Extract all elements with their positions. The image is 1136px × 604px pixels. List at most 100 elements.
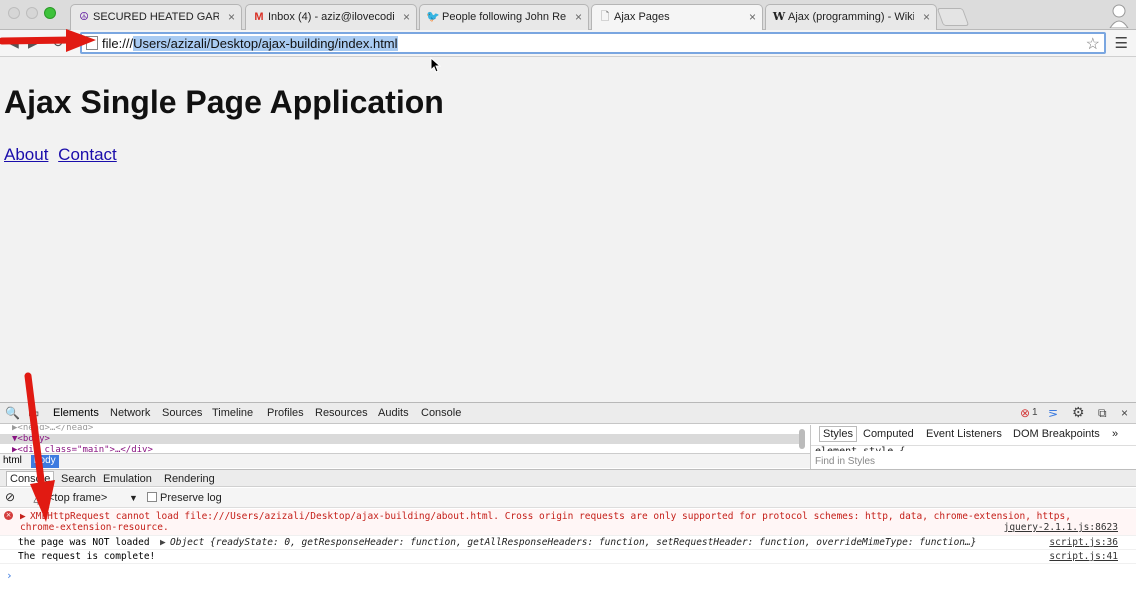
zoom-window-icon[interactable] — [44, 7, 56, 19]
error-count-icon[interactable]: ⊗ — [1020, 406, 1030, 420]
expand-object-icon[interactable]: ▶ — [160, 537, 166, 548]
preserve-log-checkbox[interactable]: Preserve log — [147, 492, 222, 504]
drawer-tab-rendering[interactable]: Rendering — [164, 473, 215, 485]
expand-icon[interactable]: ▶ — [20, 511, 26, 522]
close-tab-icon[interactable]: × — [749, 10, 756, 24]
preserve-log-label: Preserve log — [160, 492, 222, 504]
page-icon: 🗋 — [600, 11, 610, 23]
error-icon: × — [4, 511, 13, 520]
devtools-panel: 🔍 ▭ Elements Network Sources Timeline Pr… — [0, 402, 1136, 604]
device-mode-icon[interactable]: ▭ — [28, 406, 39, 420]
breadcrumb-body[interactable]: body — [31, 455, 59, 468]
drawer-tab-search[interactable]: Search — [61, 473, 96, 485]
chevron-down-icon[interactable]: ▼ — [129, 493, 138, 503]
find-in-styles-input[interactable]: Find in Styles — [815, 456, 875, 467]
devtools-tab-bar: 🔍 ▭ Elements Network Sources Timeline Pr… — [0, 403, 1136, 424]
dom-node-body[interactable]: ▼<body> — [12, 434, 50, 444]
source-link[interactable]: script.js:41 — [1049, 551, 1118, 562]
tab-sources[interactable]: Sources — [162, 407, 202, 419]
mouse-cursor-icon — [430, 57, 442, 73]
tab-network[interactable]: Network — [110, 407, 150, 419]
breadcrumb-html[interactable]: html — [0, 455, 25, 468]
tab-timeline[interactable]: Timeline — [212, 407, 253, 419]
tab-title: People following John Resig — [442, 11, 566, 23]
browser-tab[interactable]: W Ajax (programming) - Wikipedia × — [765, 4, 937, 30]
url-text[interactable]: file:///Users/azizali/Desktop/ajax-build… — [102, 35, 398, 52]
browser-tab[interactable]: M Inbox (4) - aziz@ilovecoding × — [245, 4, 417, 30]
menu-icon[interactable]: ☰ — [1115, 34, 1128, 52]
close-tab-icon[interactable]: × — [575, 10, 582, 24]
tab-profiles[interactable]: Profiles — [267, 407, 304, 419]
tab-console[interactable]: Console — [421, 407, 461, 419]
filter-icon[interactable]: ⏃ — [32, 490, 44, 507]
new-tab-button[interactable] — [936, 8, 970, 26]
tab-elements[interactable]: Elements — [53, 407, 99, 419]
nav-links: About Contact — [4, 145, 122, 165]
frame-select[interactable]: <top frame> — [48, 492, 107, 504]
url-prefix: file:/// — [102, 36, 134, 51]
console-prompt-icon[interactable]: › — [6, 569, 13, 582]
browser-tab-active[interactable]: 🗋 Ajax Pages × — [591, 4, 763, 31]
back-icon[interactable]: ◀ — [8, 34, 19, 51]
reload-icon[interactable]: ↻ — [52, 34, 64, 51]
drawer-toggle-icon[interactable]: ⋝ — [1048, 406, 1058, 420]
tab-title: SECURED HEATED GARAGE — [93, 11, 219, 23]
dom-node-head[interactable]: ▶<head>…</head> — [12, 425, 93, 433]
close-tab-icon[interactable]: × — [923, 10, 930, 24]
tab-styles[interactable]: Styles — [819, 426, 857, 442]
page-heading: Ajax Single Page Application — [4, 84, 444, 120]
elements-tree: ▶<head>…</head> ▼<body> ▶<div class="mai… — [0, 425, 810, 455]
address-bar[interactable]: file:///Users/azizali/Desktop/ajax-build… — [80, 32, 1106, 54]
tab-title: Inbox (4) - aziz@ilovecoding — [268, 11, 394, 23]
close-devtools-icon[interactable]: × — [1121, 406, 1128, 420]
log-text: the page was NOT loaded — [18, 537, 150, 548]
twitter-icon: 🐦 — [426, 11, 440, 23]
more-tabs-icon[interactable]: » — [1112, 428, 1118, 440]
tab-audits[interactable]: Audits — [378, 407, 409, 419]
browser-tab[interactable]: 🐦 People following John Resig × — [419, 4, 589, 30]
close-window-icon[interactable] — [8, 7, 20, 19]
browser-toolbar: ◀ ▶ ↻ file:///Users/azizali/Desktop/ajax… — [0, 30, 1136, 57]
source-link[interactable]: script.js:36 — [1049, 537, 1118, 548]
elements-scrollbar[interactable] — [799, 429, 805, 449]
close-tab-icon[interactable]: × — [403, 10, 410, 24]
source-link[interactable]: jquery-2.1.1.js:8623 — [1004, 522, 1118, 533]
wikipedia-icon: W — [772, 10, 786, 23]
forward-icon[interactable]: ▶ — [28, 34, 39, 51]
gmail-icon: M — [254, 11, 264, 23]
console-toolbar: ⊘ ⏃ <top frame> ▼ Preserve log — [0, 488, 1136, 508]
page-icon — [86, 36, 98, 50]
clear-console-icon[interactable]: ⊘ — [5, 490, 15, 504]
bookmark-star-icon[interactable]: ☆ — [1086, 34, 1100, 54]
tab-strip: ☮ SECURED HEATED GARAGE × M Inbox (4) - … — [0, 0, 1136, 31]
profile-icon[interactable] — [1108, 2, 1130, 28]
log-object[interactable]: Object {readyState: 0, getResponseHeader… — [170, 537, 976, 548]
dock-icon[interactable]: ⧉ — [1098, 406, 1107, 421]
tab-dom-breakpoints[interactable]: DOM Breakpoints — [1013, 428, 1100, 440]
console-messages: × ▶ XMLHttpRequest cannot load file:///U… — [0, 509, 1136, 604]
tab-title: Ajax (programming) - Wikipedia — [788, 11, 914, 23]
error-text-cont: chrome-extension-resource. — [20, 522, 169, 533]
tab-computed[interactable]: Computed — [863, 428, 914, 440]
page-viewport: Ajax Single Page Application About Conta… — [0, 58, 1136, 402]
error-count: 1 — [1032, 407, 1038, 418]
contact-link[interactable]: Contact — [58, 145, 117, 164]
close-tab-icon[interactable]: × — [228, 10, 235, 24]
gear-icon[interactable]: ⚙ — [1072, 404, 1085, 421]
selected-node-highlight — [0, 434, 800, 444]
log-text: The request is complete! — [18, 551, 156, 562]
browser-tab[interactable]: ☮ SECURED HEATED GARAGE × — [70, 4, 242, 30]
drawer-tab-emulation[interactable]: Emulation — [103, 473, 152, 485]
tab-event-listeners[interactable]: Event Listeners — [926, 428, 1002, 440]
drawer-tab-bar: Console Search Emulation Rendering — [0, 469, 1136, 487]
minimize-window-icon[interactable] — [26, 7, 38, 19]
styles-rule: element.style { — [815, 446, 905, 451]
drawer-tab-console[interactable]: Console — [6, 471, 55, 486]
error-text: XMLHttpRequest cannot load file:///Users… — [30, 511, 1071, 522]
peace-icon: ☮ — [79, 11, 89, 23]
tab-resources[interactable]: Resources — [315, 407, 368, 419]
console-log-message: the page was NOT loaded ▶ Object {readyS… — [0, 536, 1136, 550]
console-error-message: × ▶ XMLHttpRequest cannot load file:///U… — [0, 509, 1136, 536]
about-link[interactable]: About — [4, 145, 48, 164]
search-icon[interactable]: 🔍 — [5, 406, 20, 420]
